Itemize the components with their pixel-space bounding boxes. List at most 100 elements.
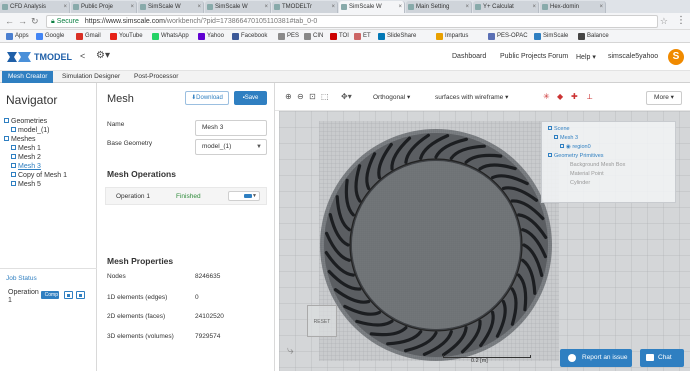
- scene-tree-item[interactable]: ◉ region0: [548, 143, 675, 152]
- bookmark-apps[interactable]: Apps: [6, 32, 29, 41]
- save-button[interactable]: ▪Save: [234, 91, 267, 105]
- scene-tree-item[interactable]: Mesh 3: [548, 134, 675, 143]
- browser-tab-active[interactable]: SimScale W ×: [339, 1, 405, 13]
- avatar[interactable]: S: [668, 49, 684, 65]
- close-icon[interactable]: ×: [63, 1, 67, 13]
- expand-icon[interactable]: [548, 153, 552, 157]
- expand-icon[interactable]: [11, 181, 16, 186]
- viewer-canvas[interactable]: Scene Mesh 3 ◉ region0 Geometry Primitiv…: [279, 111, 690, 371]
- bookmark-cin[interactable]: CIN: [304, 32, 323, 41]
- nav-public-projects[interactable]: Public Projects: [500, 53, 546, 60]
- more-button[interactable]: More ▾: [646, 91, 682, 105]
- bookmark-impartus[interactable]: Impartus: [436, 32, 468, 41]
- operation-row[interactable]: Operation 1 Finished ▼: [105, 187, 267, 205]
- close-icon[interactable]: ×: [197, 1, 201, 13]
- chat-button[interactable]: Chat: [640, 349, 684, 367]
- browser-tab[interactable]: SimScale W ×: [138, 1, 204, 13]
- details-icon[interactable]: [76, 291, 85, 299]
- bookmark-toi[interactable]: TOI: [330, 32, 349, 41]
- browser-tab[interactable]: Public Proje ×: [71, 1, 137, 13]
- clip-icon[interactable]: ⟂: [587, 92, 592, 102]
- tab-post-processor[interactable]: Post-Processor: [128, 71, 184, 83]
- expand-icon[interactable]: [11, 127, 16, 132]
- zoom-fit-icon[interactable]: ⊡: [309, 92, 316, 101]
- report-issue-button[interactable]: Report an issue: [560, 349, 632, 367]
- expand-icon[interactable]: [11, 154, 16, 159]
- forward-icon[interactable]: →: [18, 16, 27, 26]
- tree-item-mesh[interactable]: Copy of Mesh 1: [4, 171, 67, 180]
- nav-help[interactable]: Help ▾: [576, 53, 596, 61]
- expand-icon[interactable]: [11, 145, 16, 150]
- bookmark-slideshare[interactable]: SlideShare: [378, 32, 416, 41]
- close-icon[interactable]: ×: [331, 1, 335, 13]
- axis-orientation-icon[interactable]: ✥▾: [341, 92, 352, 101]
- close-icon[interactable]: ×: [599, 1, 603, 13]
- expand-icon[interactable]: [560, 144, 564, 148]
- browser-menu-icon[interactable]: ⋮: [676, 15, 686, 26]
- tree-item-mesh[interactable]: Mesh 5: [4, 180, 67, 189]
- tree-item-mesh[interactable]: Mesh 1: [4, 144, 67, 153]
- projection-dropdown[interactable]: Orthogonal ▾: [373, 92, 410, 104]
- scene-tree-item[interactable]: Cylinder: [548, 179, 675, 188]
- reload-icon[interactable]: ↻: [31, 16, 39, 26]
- share-icon[interactable]: <: [80, 51, 85, 61]
- url-input[interactable]: 🔒︎ Secure https://www.simscale.com/workb…: [46, 15, 658, 28]
- expand-icon[interactable]: [11, 172, 16, 177]
- tab-mesh-creator[interactable]: Mesh Creator: [2, 71, 54, 83]
- tree-item-mesh-selected[interactable]: Mesh 3: [4, 162, 67, 171]
- nav-dashboard[interactable]: Dashboard: [452, 53, 486, 60]
- close-icon[interactable]: ×: [532, 1, 536, 13]
- render-mode-dropdown[interactable]: surfaces with wireframe ▾: [435, 92, 508, 104]
- expand-icon[interactable]: [4, 118, 9, 123]
- bookmark-star-icon[interactable]: ☆: [660, 16, 668, 27]
- zoom-in-icon[interactable]: ⊕: [285, 92, 292, 101]
- operation-actions-dropdown[interactable]: ▼: [228, 191, 260, 201]
- tree-item-geometries[interactable]: Geometries: [4, 117, 67, 126]
- bookmark-yahoo[interactable]: Yahoo: [198, 32, 224, 41]
- nav-forum[interactable]: Forum: [548, 53, 568, 60]
- download-button[interactable]: ⬇Download: [185, 91, 229, 105]
- base-geometry-select[interactable]: model_(1) ▼: [195, 139, 267, 155]
- select-icon[interactable]: ◆: [557, 92, 563, 101]
- browser-tab[interactable]: SimScale W ×: [205, 1, 271, 13]
- bookmark-pes[interactable]: PES: [278, 32, 299, 41]
- reset-view-button[interactable]: RESET: [307, 305, 337, 337]
- tab-simulation-designer[interactable]: Simulation Designer: [56, 71, 126, 83]
- browser-tab[interactable]: Y+ Calculat ×: [473, 1, 539, 13]
- close-icon[interactable]: ×: [398, 1, 402, 13]
- scene-tree-item[interactable]: Material Point: [548, 170, 675, 179]
- user-menu[interactable]: simscale5yahoo: [608, 53, 658, 60]
- pick-icon[interactable]: ✚: [571, 92, 578, 101]
- expand-icon[interactable]: [554, 135, 558, 139]
- bookmark-gmail[interactable]: Gmail: [76, 32, 101, 41]
- zoom-out-icon[interactable]: ⊖: [297, 92, 304, 101]
- expand-icon[interactable]: [11, 163, 16, 168]
- browser-tab[interactable]: Hex-domin ×: [540, 1, 606, 13]
- bookmark-pes-opac[interactable]: PES-OPAC: [488, 32, 528, 41]
- close-icon[interactable]: ×: [264, 1, 268, 13]
- bookmark-facebook[interactable]: Facebook: [232, 32, 267, 41]
- scene-tree-item[interactable]: Background Mesh Box: [548, 161, 675, 170]
- gear-icon[interactable]: ⚙▾: [96, 50, 110, 61]
- bookmark-google[interactable]: Google: [36, 32, 64, 41]
- expand-icon[interactable]: [548, 126, 552, 130]
- browser-tab[interactable]: CFD Analysis ×: [0, 1, 70, 13]
- tree-item-model[interactable]: model_(1): [4, 126, 67, 135]
- tree-item-meshes[interactable]: Meshes: [4, 135, 67, 144]
- bookmark-whatsapp[interactable]: WhatsApp: [152, 32, 189, 41]
- tree-item-mesh[interactable]: Mesh 2: [4, 153, 67, 162]
- selection-mode-icon[interactable]: ✳: [543, 92, 550, 101]
- scene-tree-item[interactable]: Geometry Primitives: [548, 152, 675, 161]
- close-icon[interactable]: ×: [465, 1, 469, 13]
- bookmark-balance[interactable]: Balance: [578, 32, 609, 41]
- browser-tab[interactable]: TMODELTr ×: [272, 1, 338, 13]
- bookmark-simscale[interactable]: SimScale: [534, 32, 568, 41]
- close-icon[interactable]: ×: [130, 1, 134, 13]
- browser-tab[interactable]: Main Setting ×: [406, 1, 472, 13]
- bookmark-youtube[interactable]: YouTube: [110, 32, 143, 41]
- expand-icon[interactable]: [4, 136, 9, 141]
- stop-icon[interactable]: [64, 291, 73, 299]
- zoom-box-icon[interactable]: ⬚: [321, 92, 329, 101]
- bookmark-et[interactable]: ET: [354, 32, 371, 41]
- scene-tree-item[interactable]: Scene: [548, 125, 675, 134]
